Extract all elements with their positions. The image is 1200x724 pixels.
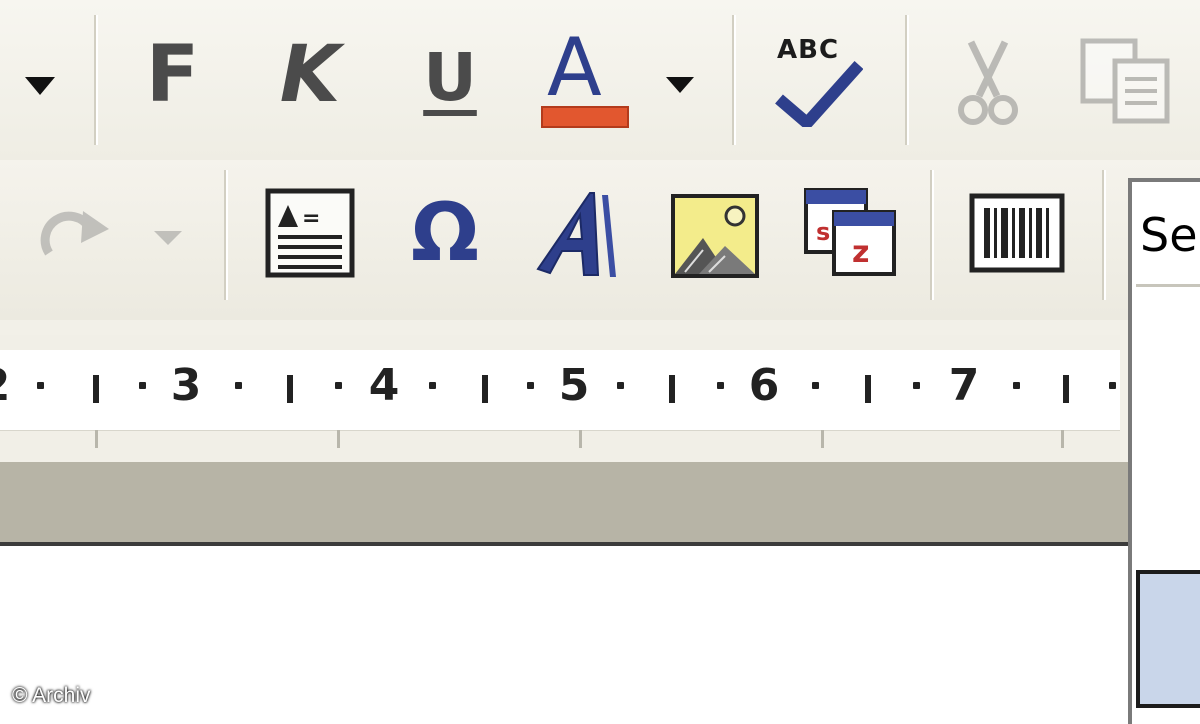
chevron-down-icon: [25, 77, 55, 95]
copy-icon: [1080, 38, 1170, 124]
ruler-tick: [865, 375, 871, 403]
bold-button[interactable]: F: [135, 30, 210, 120]
barcode-icon: [969, 193, 1065, 272]
ruler-dot: [139, 382, 146, 389]
ruler-indent-tick: [95, 430, 98, 448]
font-color-button[interactable]: A: [535, 20, 640, 135]
image-credit: © Archiv: [12, 684, 91, 707]
ruler-number: 2: [0, 360, 25, 411]
svg-text:=: =: [302, 206, 320, 231]
svg-text:z: z: [852, 235, 869, 270]
checkmark-icon: [775, 60, 863, 127]
side-panel-input[interactable]: Se: [1136, 186, 1200, 287]
insert-picture-button[interactable]: [665, 188, 765, 283]
ruler-tick: [669, 375, 675, 403]
ruler-tick: [287, 375, 293, 403]
ruler-indent-tick: [579, 430, 582, 448]
ruler-indent-tick: [1061, 430, 1064, 448]
ruler-indent-tick: [821, 430, 824, 448]
italic-label: K: [279, 30, 341, 120]
toolbar-separator: [1102, 170, 1106, 300]
font-color-label: A: [547, 21, 602, 114]
insert-wordart-button[interactable]: [530, 182, 630, 287]
ruler-dot: [717, 382, 724, 389]
bold-label: F: [145, 30, 200, 120]
spellcheck-button[interactable]: ABC: [765, 25, 870, 135]
ruler-dot: [913, 382, 920, 389]
ruler-dot: [37, 382, 44, 389]
cut-button[interactable]: [945, 35, 1030, 130]
ruler-tick: [1063, 375, 1069, 403]
copy-button[interactable]: [1070, 35, 1180, 125]
font-color-swatch: [541, 106, 629, 128]
ruler-dot: [1109, 382, 1116, 389]
toolbar-separator: [930, 170, 934, 300]
omega-icon: Ω: [410, 185, 479, 279]
document-page[interactable]: [0, 546, 1130, 720]
ruler-tick: [482, 375, 488, 403]
svg-text:s: s: [816, 218, 830, 246]
ruler-number: 6: [748, 360, 780, 411]
ruler-number: 7: [948, 360, 980, 411]
workspace-background: [0, 462, 1130, 546]
insert-barcode-button[interactable]: [962, 185, 1072, 280]
scissors-icon: [957, 39, 1018, 125]
redo-icon: [40, 211, 109, 256]
chevron-down-icon: [153, 230, 182, 245]
insert-symbol-button[interactable]: Ω: [395, 185, 495, 280]
insert-field-button[interactable]: s z: [795, 182, 905, 282]
toolbar-separator: [905, 15, 909, 145]
picture-icon: [671, 193, 759, 278]
toolbar-separator: [224, 170, 228, 300]
toolbar-separator: [732, 15, 736, 145]
ruler-tick: [93, 375, 99, 403]
wordart-icon: [536, 191, 616, 277]
toolbar-separator: [94, 15, 98, 145]
insert-textbox-button[interactable]: =: [255, 180, 365, 285]
side-panel-selection[interactable]: [1136, 570, 1200, 708]
calendar-icon: s z: [804, 188, 896, 276]
ruler-dot: [335, 382, 342, 389]
ruler-dot: [812, 382, 819, 389]
ruler-number: 4: [368, 360, 400, 411]
textbox-icon: =: [265, 188, 355, 277]
ruler-number: 5: [558, 360, 590, 411]
underline-button[interactable]: U: [405, 30, 495, 125]
ruler-dot: [527, 382, 534, 389]
ruler-indent-tick: [337, 430, 340, 448]
font-color-dropdown-button[interactable]: [652, 60, 707, 110]
ruler-dot: [429, 382, 436, 389]
italic-button[interactable]: K: [265, 30, 355, 120]
font-size-dropdown-button[interactable]: [10, 55, 70, 115]
underline-label: U: [423, 38, 477, 116]
ruler-number: 3: [170, 360, 202, 411]
chevron-down-icon: [665, 77, 694, 93]
ruler-dot: [617, 382, 624, 389]
ruler-dot: [235, 382, 242, 389]
redo-button[interactable]: [30, 195, 120, 275]
ruler-dot: [1013, 382, 1020, 389]
redo-dropdown-button[interactable]: [140, 215, 195, 260]
